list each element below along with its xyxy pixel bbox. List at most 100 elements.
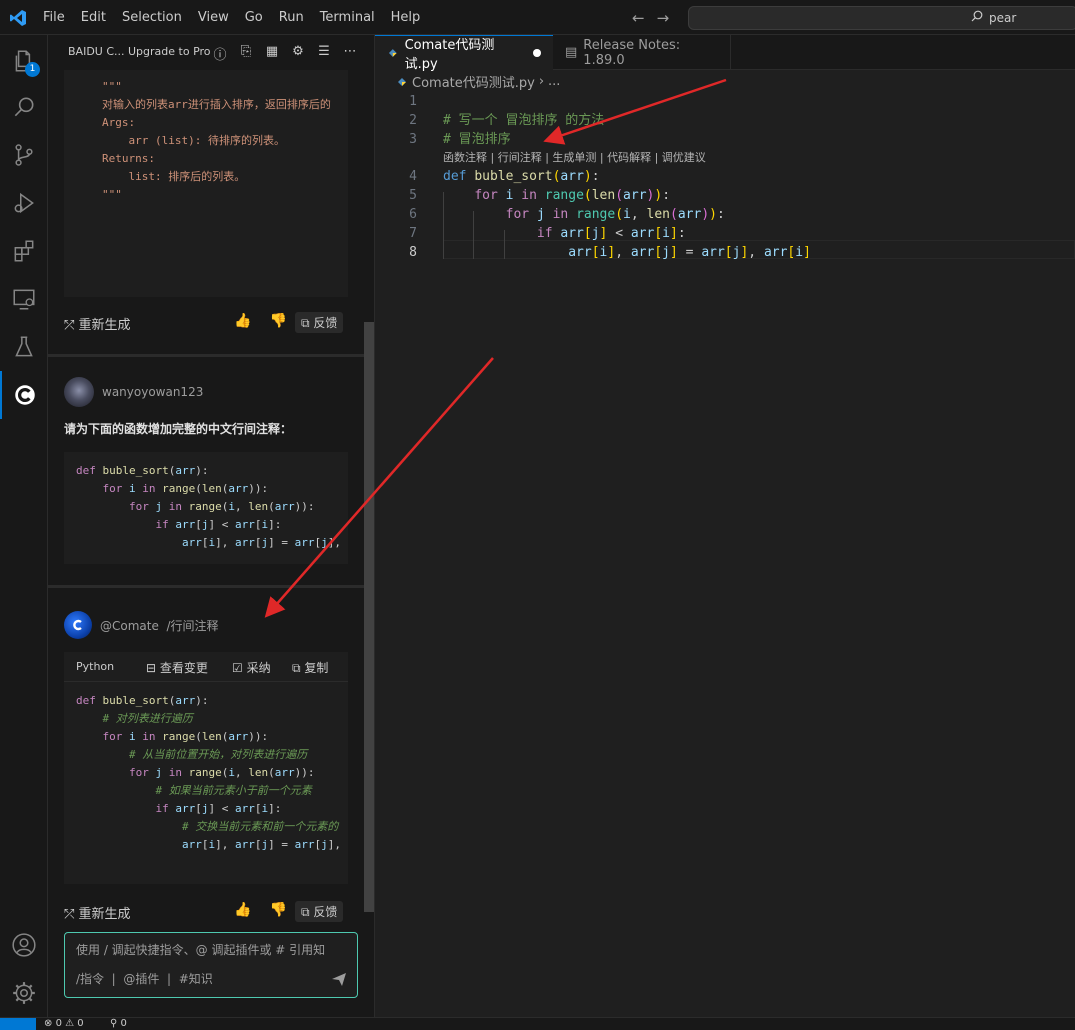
- send-icon[interactable]: [331, 971, 347, 987]
- more-icon[interactable]: ⋯: [342, 44, 358, 63]
- breadcrumb-separator: ›: [538, 74, 545, 89]
- previous-code-block: """ 对输入的列表arr进行插入排序，返回排序后的 Args: arr (list…: [64, 70, 348, 297]
- settings-icon[interactable]: ⚙: [290, 44, 306, 63]
- problems-indicator[interactable]: ⊗ 0 ⚠ 0: [44, 1018, 84, 1029]
- doc-line: """: [102, 80, 122, 93]
- code-editor[interactable]: 1 2 # 写一个 冒泡排序 的方法 3 # 冒泡排序 函数注释 | 行间注释 | …: [375, 92, 1075, 1017]
- breadcrumb-more[interactable]: ...: [548, 74, 560, 89]
- doc-line: arr (list): 待排序的列表。: [102, 134, 285, 147]
- run-debug-icon[interactable]: [0, 179, 48, 227]
- account-icon[interactable]: [0, 921, 48, 969]
- code-text: arr[i], arr[j] = arr[j], arr[i]: [568, 245, 811, 260]
- menu-bar: File Edit Selection View Go Run Terminal…: [35, 0, 428, 35]
- thumbs-up-icon[interactable]: 👍: [234, 313, 251, 329]
- menu-file[interactable]: File: [35, 0, 73, 35]
- code-line: 1: [375, 92, 1075, 111]
- upgrade-link[interactable]: Upgrade to Pro: [128, 45, 211, 58]
- line-number: 6: [409, 207, 417, 222]
- bot-handle: @Comate: [100, 618, 159, 633]
- feedback-button[interactable]: ⧉ 反馈: [295, 312, 344, 333]
- chat-input[interactable]: 使用 / 调起快捷指令、@ 调起插件或 # 引用知 /指令 | @插件 | #知…: [64, 932, 358, 998]
- comate-chat-panel: BAIDU C... Upgrade to Pro ⓘ ⎘ ▦ ⚙ ☰ ⋯ ""…: [48, 35, 375, 1017]
- accept-label: 采纳: [246, 661, 271, 675]
- search-text: pear: [989, 11, 1017, 25]
- feedback-button[interactable]: ⧉ 反馈: [295, 901, 344, 922]
- command-center-search[interactable]: pear: [688, 6, 1075, 30]
- code-language: Python: [76, 660, 115, 673]
- line-number: 1: [409, 94, 417, 109]
- source-control-icon[interactable]: [0, 131, 48, 179]
- title-bar: File Edit Selection View Go Run Terminal…: [0, 0, 1075, 35]
- feedback-label: 反馈: [313, 316, 338, 330]
- doc-line: list: 排序后的列表。: [102, 170, 246, 183]
- testing-flask-icon[interactable]: [0, 323, 48, 371]
- ports-indicator[interactable]: ⚲ 0: [110, 1018, 127, 1029]
- thumbs-down-icon[interactable]: 👎: [269, 313, 286, 329]
- line-number: 5: [409, 188, 417, 203]
- remote-explorer-icon[interactable]: [0, 275, 48, 323]
- menu-go[interactable]: Go: [237, 0, 271, 35]
- code-line: 6 for j in range(i, len(arr)):: [375, 205, 1075, 224]
- line-number: 4: [409, 169, 417, 184]
- regenerate-button[interactable]: ⤱ 重新生成: [64, 314, 131, 333]
- tab-comate-test[interactable]: Comate代码测试.py: [375, 35, 553, 72]
- vscode-logo-icon: [10, 10, 26, 26]
- extensions-icon[interactable]: [0, 227, 48, 275]
- menu-help[interactable]: Help: [383, 0, 429, 35]
- menu-edit[interactable]: Edit: [73, 0, 114, 35]
- chat-messages: """ 对输入的列表arr进行插入排序，返回排序后的 Args: arr (list…: [48, 70, 374, 950]
- line-number: 8: [409, 245, 417, 260]
- regenerate-label: 重新生成: [78, 907, 131, 922]
- forward-arrow-icon[interactable]: →: [657, 9, 670, 27]
- user-message-text: 请为下面的函数增加完整的中文行间注释：: [64, 422, 293, 436]
- help-icon[interactable]: ⓘ: [212, 44, 228, 63]
- chat-history-icon[interactable]: ⎘: [238, 44, 254, 63]
- list-icon[interactable]: ☰: [316, 44, 332, 63]
- code-comment: # 写一个 冒泡排序 的方法: [443, 113, 605, 128]
- comate-icon[interactable]: [0, 371, 48, 419]
- bot-code-block: def buble_sort(arr): # 对列表进行遍历 for i in …: [64, 682, 348, 884]
- regenerate-button[interactable]: ⤱ 重新生成: [64, 903, 131, 922]
- editor-tabs: Comate代码测试.py ▤ Release Notes: 1.89.0: [375, 35, 1075, 72]
- view-changes-button[interactable]: ⊟ 查看变更: [146, 659, 208, 676]
- chip-knowledge[interactable]: #知识: [179, 972, 213, 986]
- chat-scrollbar[interactable]: [364, 322, 374, 912]
- breadcrumb-file[interactable]: Comate代码测试.py: [412, 72, 535, 91]
- copy-button[interactable]: ⧉ 复制: [292, 659, 328, 676]
- plugin-grid-icon[interactable]: ▦: [264, 44, 280, 63]
- panel-header: BAIDU C... Upgrade to Pro ⓘ ⎘ ▦ ⚙ ☰ ⋯: [48, 35, 374, 70]
- menu-terminal[interactable]: Terminal: [312, 0, 383, 35]
- doc-line: """: [102, 188, 122, 201]
- tab-release-notes[interactable]: ▤ Release Notes: 1.89.0: [553, 35, 731, 70]
- explorer-icon[interactable]: 1: [0, 37, 48, 85]
- code-line: 8 arr[i], arr[j] = arr[j], arr[i]: [375, 243, 1075, 262]
- unsaved-dot-icon[interactable]: [533, 49, 541, 57]
- rating-buttons: 👍 👎: [234, 313, 287, 329]
- settings-gear-icon[interactable]: [0, 969, 48, 1017]
- input-chips: /指令 | @插件 | #知识: [76, 972, 213, 986]
- panel-header-actions: ⓘ ⎘ ▦ ⚙ ☰ ⋯: [212, 44, 358, 63]
- remote-indicator-icon[interactable]: [0, 1018, 36, 1030]
- copy-label: 复制: [304, 661, 329, 675]
- warning-count: 0: [77, 1018, 84, 1029]
- line-number: 3: [409, 132, 417, 147]
- search-icon[interactable]: [0, 83, 48, 131]
- doc-line: Args:: [102, 116, 136, 129]
- code-text: for j in range(i, len(arr)):: [505, 207, 725, 222]
- code-text: if arr[j] < arr[i]:: [536, 226, 686, 241]
- chip-command[interactable]: /指令: [76, 972, 104, 986]
- thumbs-up-icon[interactable]: 👍: [234, 902, 251, 918]
- user-name: wanyoyowan123: [102, 385, 204, 399]
- thumbs-down-icon[interactable]: 👎: [269, 902, 286, 918]
- accept-button[interactable]: ☑ 采纳: [232, 659, 271, 676]
- user-code-block: def buble_sort(arr): for i in range(len(…: [64, 452, 348, 564]
- menu-selection[interactable]: Selection: [114, 0, 190, 35]
- bot-command: /行间注释: [166, 618, 219, 633]
- back-arrow-icon[interactable]: ←: [632, 9, 645, 27]
- ports-count: 0: [120, 1018, 127, 1029]
- menu-run[interactable]: Run: [271, 0, 312, 35]
- menu-view[interactable]: View: [190, 0, 237, 35]
- comate-logo-icon: [64, 611, 92, 639]
- chip-plugin[interactable]: @插件: [123, 972, 159, 986]
- comate-codelens[interactable]: 函数注释 | 行间注释 | 生成单测 | 代码解释 | 调优建议: [443, 149, 706, 167]
